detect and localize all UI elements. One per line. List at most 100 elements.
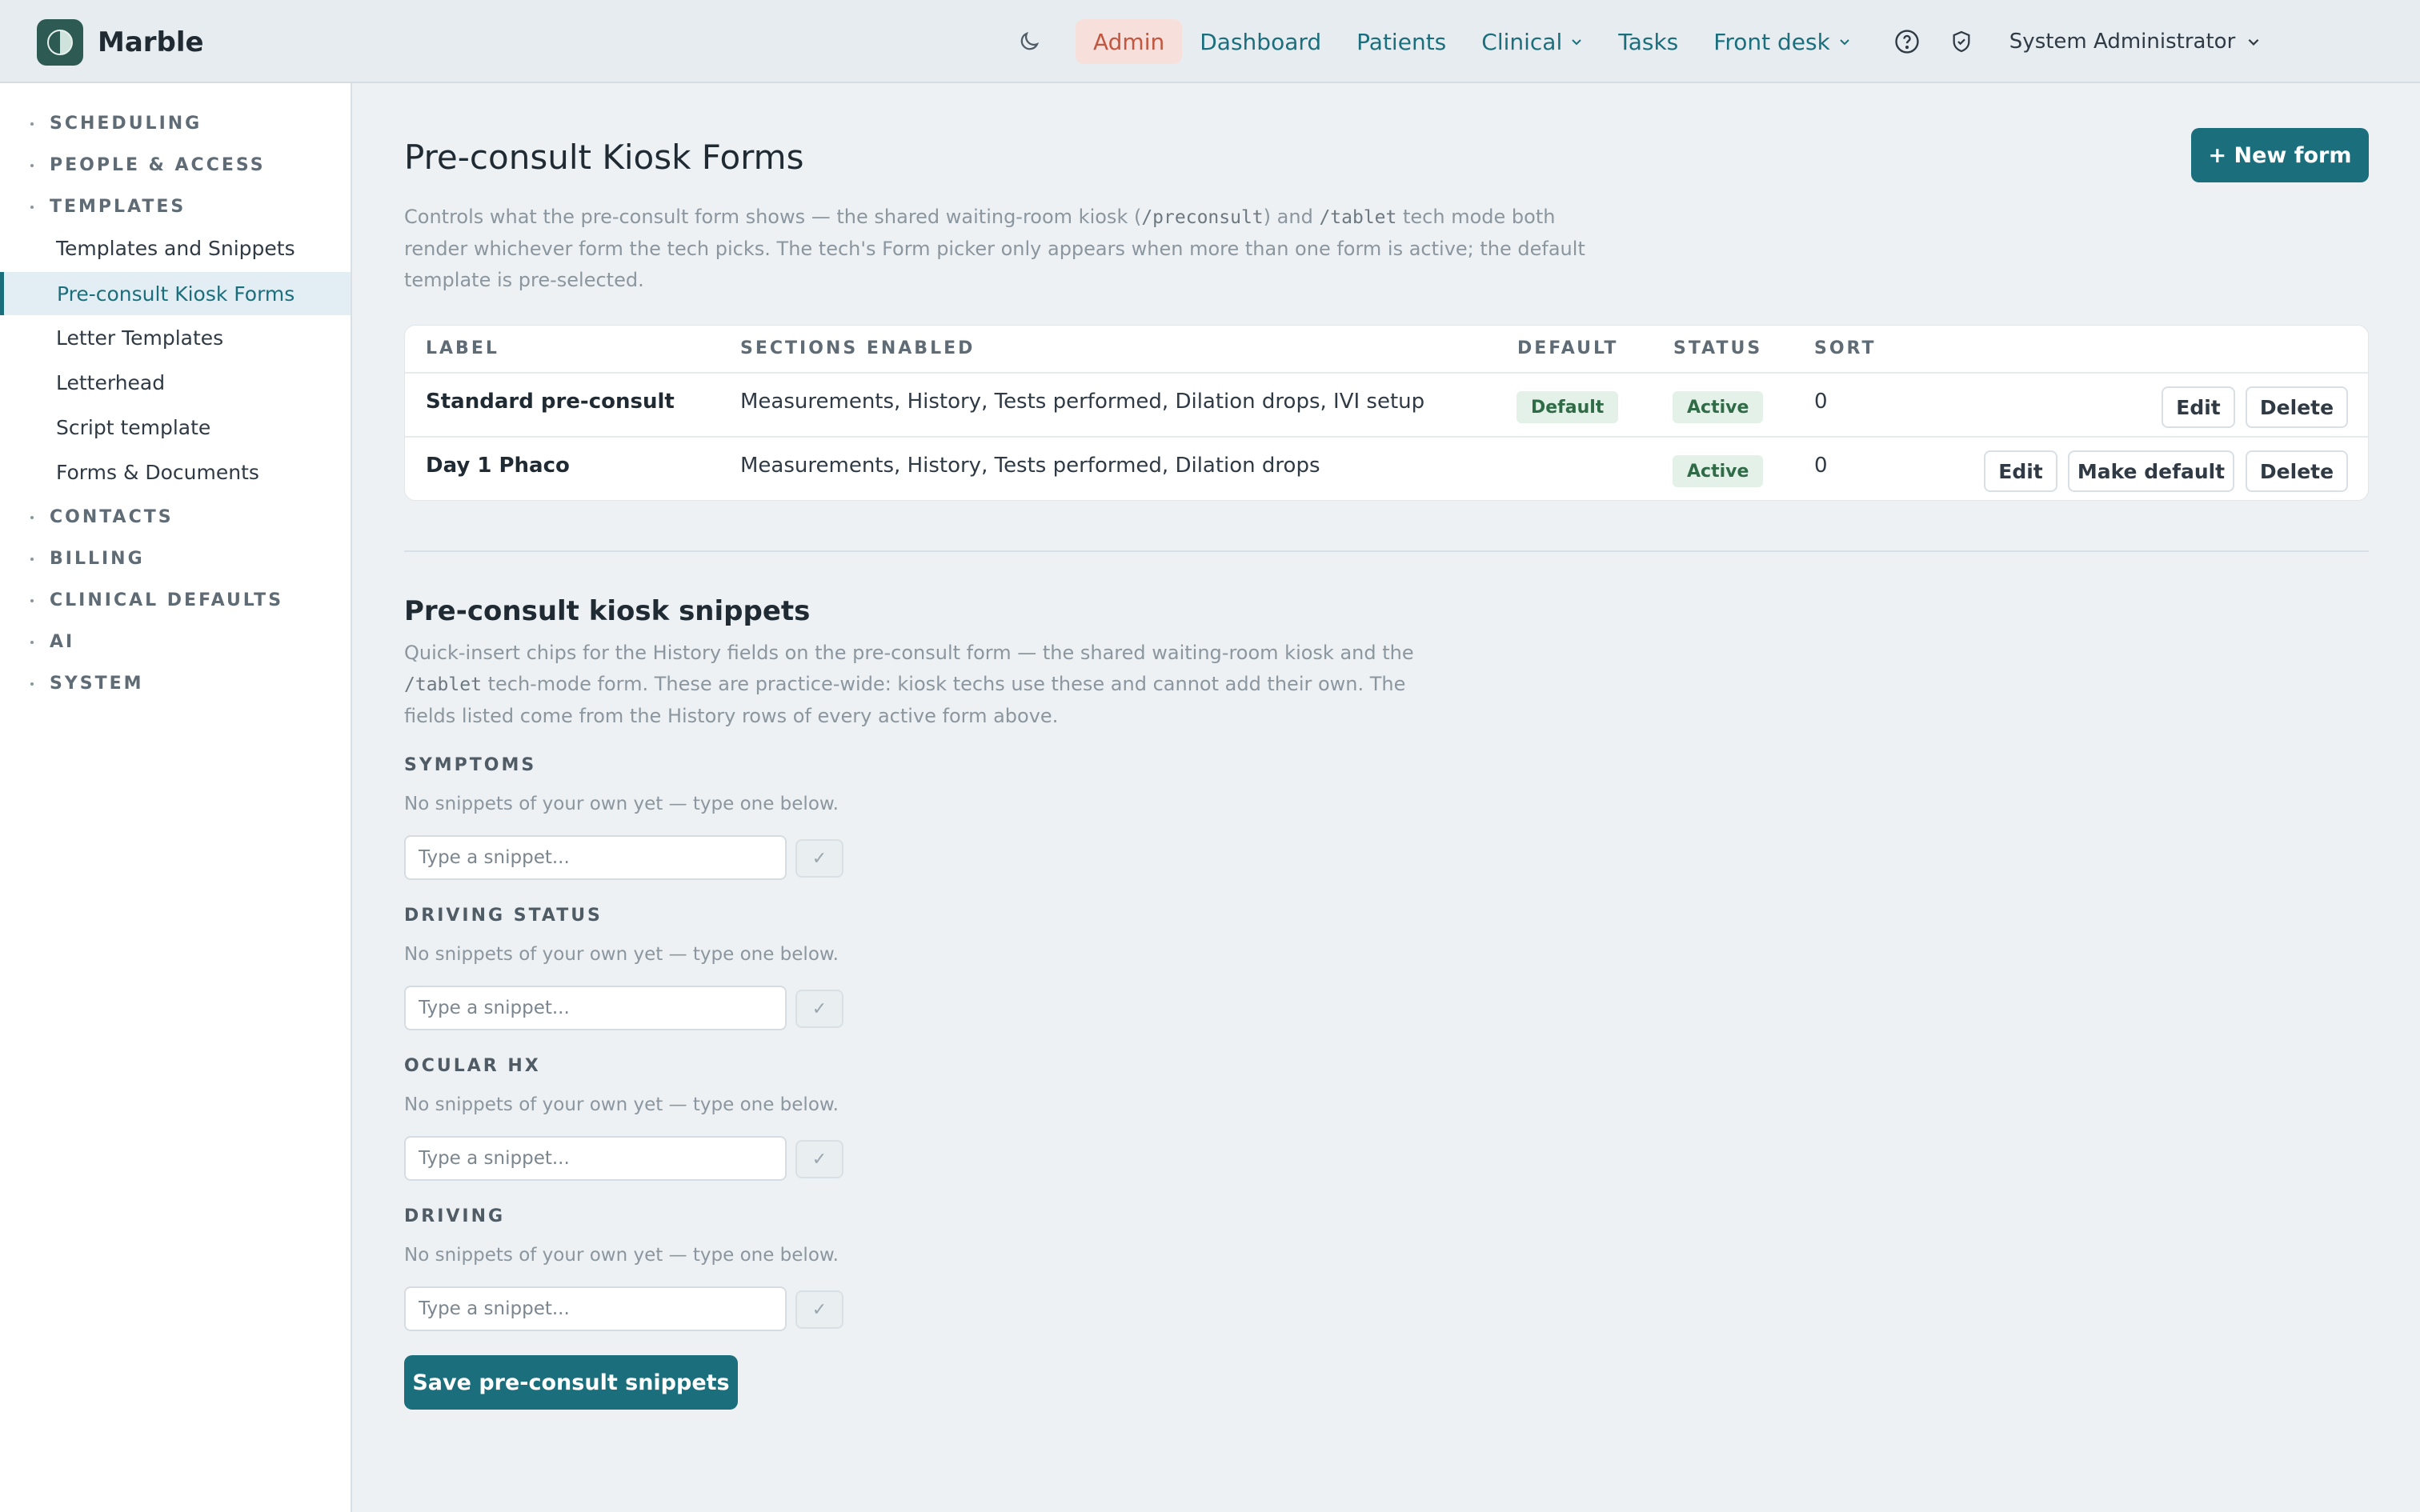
sidebar-group-label: CLINICAL DEFAULTS (50, 590, 284, 610)
driving-status-snippet-input[interactable] (404, 986, 787, 1030)
field-label-symptoms: SYMPTOMS (404, 755, 537, 775)
check-icon: ✓ (811, 1149, 827, 1170)
field-label-ocular-hx: OCULAR HX (404, 1056, 541, 1076)
status-badge: Active (1673, 455, 1764, 487)
row-divider (405, 436, 2368, 438)
sidebar-group-label: SCHEDULING (50, 114, 202, 134)
column-header-status: STATUS (1673, 338, 1763, 358)
sidebar-item-forms-documents[interactable]: Forms & Documents (56, 461, 259, 484)
sidebar: SCHEDULING PEOPLE & ACCESS TEMPLATES Tem… (0, 83, 352, 1512)
bullet-icon (30, 515, 34, 519)
row-label: Standard pre-consult (426, 390, 675, 414)
row-sections: Measurements, History, Tests performed, … (740, 390, 1425, 414)
check-icon: ✓ (811, 848, 827, 869)
desc-text: ) and (1263, 206, 1320, 228)
field-label-driving: DRIVING (404, 1206, 506, 1226)
field-hint: No snippets of your own yet — type one b… (404, 1245, 839, 1266)
user-menu[interactable]: System Administrator (2009, 30, 2261, 54)
nav-dashboard[interactable]: Dashboard (1182, 19, 1339, 64)
delete-button[interactable]: Delete (2246, 386, 2348, 428)
sidebar-item-templates-snippets[interactable]: Templates and Snippets (56, 237, 295, 260)
security-button[interactable] (1937, 18, 1985, 66)
sidebar-group-label: BILLING (50, 549, 145, 569)
help-button[interactable] (1883, 18, 1931, 66)
default-badge: Default (1517, 391, 1619, 423)
row-divider (405, 372, 2368, 374)
add-snippet-button[interactable]: ✓ (795, 1140, 843, 1178)
bullet-icon (30, 205, 34, 209)
save-snippets-button[interactable]: Save pre-consult snippets (404, 1355, 738, 1410)
column-header-label: LABEL (426, 338, 499, 358)
sidebar-group-templates[interactable]: TEMPLATES (30, 197, 186, 217)
chevron-down-icon (1840, 39, 1849, 46)
edit-button[interactable]: Edit (1984, 450, 2057, 492)
symptoms-snippet-input[interactable] (404, 835, 787, 880)
nav-clinical-label: Clinical (1481, 28, 1563, 55)
nav-front-desk[interactable]: Front desk (1696, 19, 1869, 64)
row-sort: 0 (1814, 390, 1828, 414)
row-sections: Measurements, History, Tests performed, … (740, 454, 1320, 478)
nav-patients[interactable]: Patients (1339, 19, 1464, 64)
sidebar-group-clinical-defaults[interactable]: CLINICAL DEFAULTS (30, 590, 283, 610)
add-snippet-button[interactable]: ✓ (795, 990, 843, 1028)
forms-table: LABEL SECTIONS ENABLED DEFAULT STATUS SO… (404, 325, 2369, 501)
chevron-down-icon (2248, 38, 2259, 46)
check-icon: ✓ (811, 1299, 827, 1320)
nav-front-desk-label: Front desk (1713, 28, 1830, 55)
row-sort: 0 (1814, 454, 1828, 478)
sidebar-item-letter-templates[interactable]: Letter Templates (56, 326, 223, 350)
desc-text: Controls what the pre-consult form shows… (404, 206, 1142, 228)
main-nav: Admin Dashboard Patients Clinical Tasks … (1005, 18, 2261, 66)
edit-button[interactable]: Edit (2162, 386, 2235, 428)
field-hint: No snippets of your own yet — type one b… (404, 794, 839, 814)
sidebar-item-preconsult-kiosk-forms[interactable]: Pre-consult Kiosk Forms (0, 272, 351, 315)
shield-check-icon (1953, 30, 1970, 53)
desc-code-preconsult: /preconsult (1141, 207, 1264, 228)
desc-code-tablet: /tablet (1319, 207, 1397, 228)
sidebar-group-people-access[interactable]: PEOPLE & ACCESS (30, 155, 266, 175)
nav-clinical[interactable]: Clinical (1464, 19, 1601, 64)
dark-mode-toggle[interactable] (1005, 18, 1053, 66)
desc-code-tablet: /tablet (404, 674, 482, 695)
sidebar-group-label: AI (50, 632, 75, 652)
sidebar-group-label: PEOPLE & ACCESS (50, 155, 266, 175)
driving-snippet-input[interactable] (404, 1286, 787, 1331)
marble-logo-icon (37, 19, 83, 66)
bullet-icon (30, 640, 34, 644)
delete-button[interactable]: Delete (2246, 450, 2348, 492)
column-header-sort: SORT (1814, 338, 1877, 358)
bullet-icon (30, 122, 34, 126)
top-bar: Marble Admin Dashboard Patients Clinical… (0, 0, 2420, 83)
sidebar-group-billing[interactable]: BILLING (30, 549, 145, 569)
status-badge: Active (1673, 391, 1764, 423)
ocular-hx-snippet-input[interactable] (404, 1136, 787, 1181)
page-title: Pre-consult Kiosk Forms (404, 138, 804, 177)
row-label: Day 1 Phaco (426, 454, 570, 478)
snippets-section-title: Pre-consult kiosk snippets (404, 595, 811, 627)
add-snippet-button[interactable]: ✓ (795, 1290, 843, 1329)
column-header-sections: SECTIONS ENABLED (740, 338, 976, 358)
check-icon: ✓ (811, 998, 827, 1019)
app-name: Marble (98, 26, 204, 58)
nav-tasks[interactable]: Tasks (1601, 19, 1696, 64)
bullet-icon (30, 163, 34, 167)
bullet-icon (30, 557, 34, 561)
field-hint: No snippets of your own yet — type one b… (404, 1094, 839, 1115)
sidebar-group-label: CONTACTS (50, 507, 174, 527)
new-form-button[interactable]: + New form (2191, 128, 2369, 182)
sidebar-group-contacts[interactable]: CONTACTS (30, 507, 174, 527)
field-label-driving-status: DRIVING STATUS (404, 906, 603, 926)
bullet-icon (30, 682, 34, 686)
make-default-button[interactable]: Make default (2068, 450, 2234, 492)
sidebar-group-system[interactable]: SYSTEM (30, 674, 144, 694)
field-hint: No snippets of your own yet — type one b… (404, 944, 839, 965)
nav-admin[interactable]: Admin (1076, 19, 1183, 64)
sidebar-item-letterhead[interactable]: Letterhead (56, 371, 165, 394)
sidebar-item-script-template[interactable]: Script template (56, 416, 210, 439)
sidebar-group-scheduling[interactable]: SCHEDULING (30, 114, 202, 134)
column-header-default: DEFAULT (1517, 338, 1619, 358)
desc-text: Quick-insert chips for the History field… (404, 642, 1414, 664)
sidebar-group-ai[interactable]: AI (30, 632, 74, 652)
add-snippet-button[interactable]: ✓ (795, 839, 843, 878)
brand[interactable]: Marble (37, 19, 204, 66)
